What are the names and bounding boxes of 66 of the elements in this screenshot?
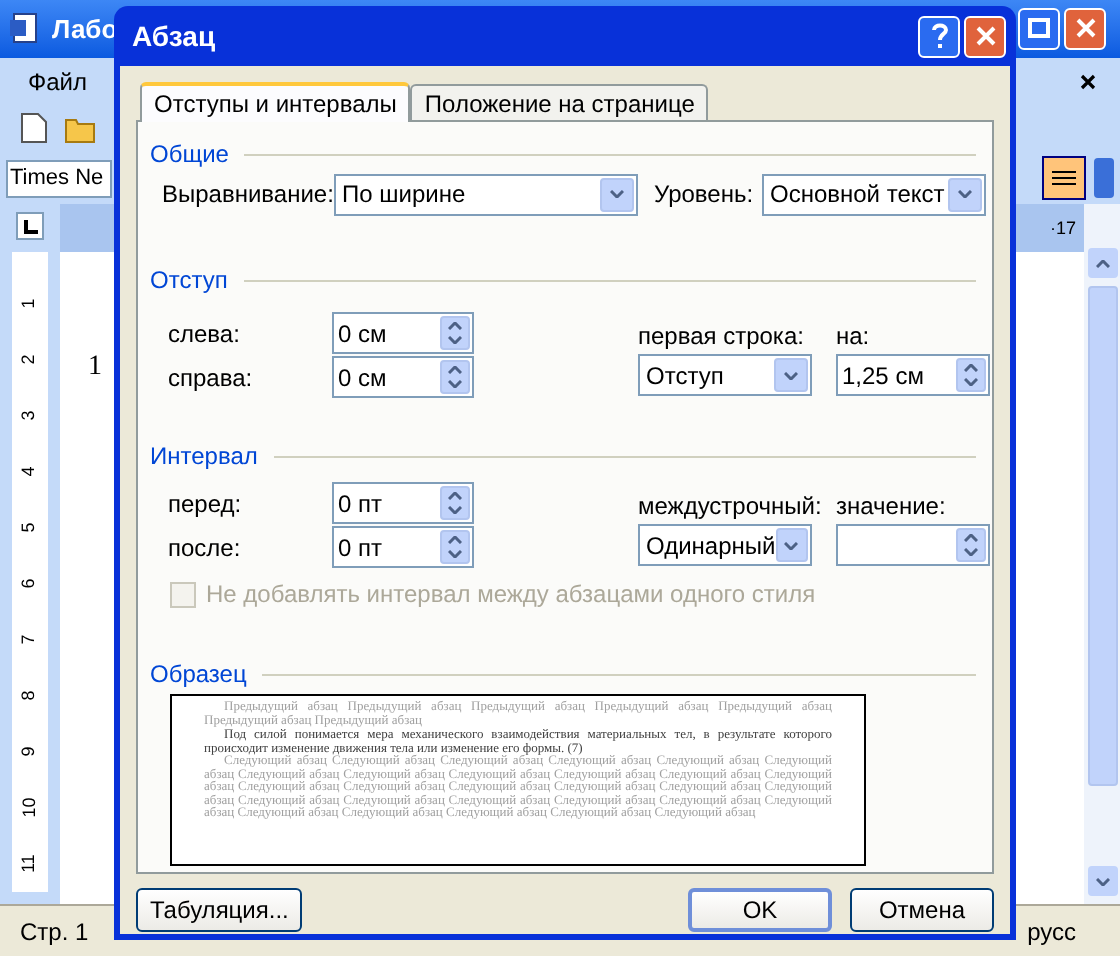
ruler-number: 9 xyxy=(16,747,41,758)
spin-field[interactable]: 0 см xyxy=(332,356,474,398)
ruler-number: 6 xyxy=(16,579,41,590)
justify-button[interactable] xyxy=(1042,156,1086,201)
ruler-number: 1 xyxy=(16,299,41,310)
ruler-number: 3 xyxy=(16,411,41,422)
help-icon xyxy=(929,22,949,50)
new-document-icon[interactable] xyxy=(20,112,48,145)
font-field[interactable]: Times Ne xyxy=(6,159,112,198)
scroll-down-button[interactable] xyxy=(1087,866,1117,897)
help-button[interactable] xyxy=(918,15,960,57)
close-icon xyxy=(1075,18,1095,39)
spin-field[interactable]: 0 пт xyxy=(332,482,474,524)
field-label: справа: xyxy=(168,361,255,395)
field-label: перед: xyxy=(168,487,244,521)
tab-stop-icon xyxy=(23,219,37,234)
ruler-number: 5 xyxy=(16,523,41,534)
dialog-title: Абзац xyxy=(132,17,216,56)
field-label: значение: xyxy=(836,490,946,524)
document-icon xyxy=(8,12,40,45)
section-heading: Общие xyxy=(150,138,229,172)
field-label: Выравнивание: xyxy=(162,178,334,212)
close-icon xyxy=(975,26,995,46)
dialog-button[interactable]: Отмена xyxy=(850,888,994,932)
justify-icon xyxy=(1052,170,1076,187)
ruler-number: 2 xyxy=(16,355,41,366)
dropdown[interactable]: Основной текст xyxy=(762,173,986,215)
spin-field[interactable] xyxy=(836,524,990,566)
dropdown[interactable]: Одинарный xyxy=(638,524,812,566)
ruler-number: 10 xyxy=(16,798,41,819)
dialog-button[interactable]: Табуляция... xyxy=(136,888,303,932)
folder-icon[interactable] xyxy=(64,113,100,144)
maximize-button[interactable] xyxy=(1018,7,1060,50)
ruler-number: 11 xyxy=(16,855,41,874)
section-heading: Образец xyxy=(150,658,247,692)
section-heading: Отступ xyxy=(150,264,228,298)
field-label: первая строка: xyxy=(638,320,806,354)
dropdown[interactable]: По ширине xyxy=(334,173,638,215)
close-button[interactable] xyxy=(964,15,1006,57)
window-title: Лабо xyxy=(52,11,118,48)
status-language: русс xyxy=(1027,915,1076,950)
status-page: Стр. 1 xyxy=(20,915,89,950)
checkbox-label: Не добавлять интервал между абзацами одного стиля xyxy=(206,578,816,612)
field-label: после: xyxy=(168,531,243,565)
ruler-number: 8 xyxy=(16,691,41,702)
field-label: на: xyxy=(836,320,870,354)
spin-field[interactable]: 0 пт xyxy=(332,526,474,568)
ruler-number: 7 xyxy=(16,635,41,646)
tab[interactable]: Отступы и интервалы xyxy=(140,82,411,122)
field-label: Уровень: xyxy=(654,178,756,212)
menu-item[interactable]: Файл xyxy=(28,63,88,100)
maximize-icon xyxy=(1028,18,1050,39)
tab[interactable]: Положение на странице xyxy=(410,84,709,120)
scroll-up-button[interactable] xyxy=(1087,248,1117,279)
ruler-number: 4 xyxy=(16,467,41,478)
section-heading: Интервал xyxy=(150,440,258,474)
document-text: 1 xyxy=(88,352,102,385)
dialog-button[interactable]: OK xyxy=(688,888,832,932)
spin-field[interactable]: 0 см xyxy=(332,312,474,354)
close-icon[interactable] xyxy=(1080,73,1096,90)
field-label: междустрочный: xyxy=(638,490,824,524)
field-label: слева: xyxy=(168,317,242,351)
spin-field[interactable]: 1,25 см xyxy=(836,354,990,396)
tab-selector[interactable] xyxy=(16,212,44,241)
dropdown[interactable]: Отступ xyxy=(638,354,812,396)
close-button[interactable] xyxy=(1064,7,1106,50)
